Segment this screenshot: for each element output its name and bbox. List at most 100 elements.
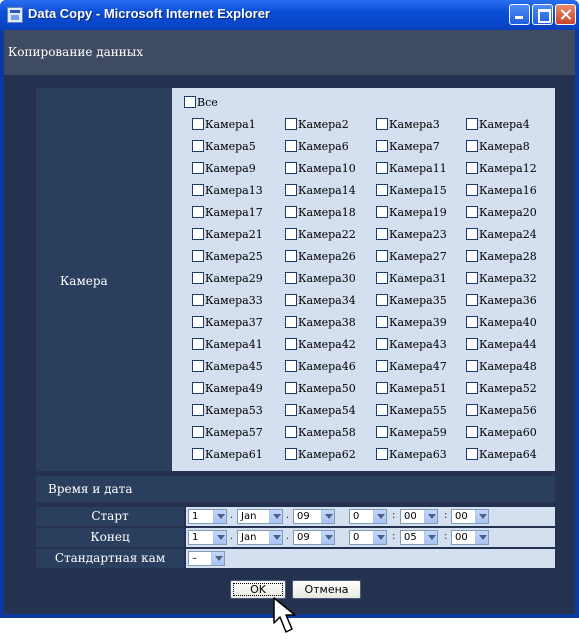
checkbox-box[interactable] xyxy=(376,118,388,130)
camera-checkbox[interactable]: Камера31 xyxy=(376,272,447,286)
checkbox-box[interactable] xyxy=(376,250,388,262)
checkbox-box[interactable] xyxy=(466,294,478,306)
camera-checkbox[interactable]: Камера40 xyxy=(466,316,537,330)
checkbox-box[interactable] xyxy=(184,96,196,108)
checkbox-box[interactable] xyxy=(466,316,478,328)
checkbox-box[interactable] xyxy=(192,118,204,130)
camera-checkbox[interactable]: Камера18 xyxy=(285,206,356,220)
checkbox-box[interactable] xyxy=(285,404,297,416)
camera-checkbox[interactable]: Камера60 xyxy=(466,426,537,440)
checkbox-box[interactable] xyxy=(192,316,204,328)
checkbox-box[interactable] xyxy=(192,162,204,174)
checkbox-box[interactable] xyxy=(285,228,297,240)
checkbox-box[interactable] xyxy=(466,140,478,152)
end-hour-select[interactable]: 0 xyxy=(349,530,387,545)
checkbox-box[interactable] xyxy=(376,228,388,240)
camera-checkbox[interactable]: Камера19 xyxy=(376,206,447,220)
camera-checkbox[interactable]: Камера41 xyxy=(192,338,263,352)
checkbox-box[interactable] xyxy=(376,404,388,416)
camera-checkbox[interactable]: Камера25 xyxy=(192,250,263,264)
checkbox-box[interactable] xyxy=(285,162,297,174)
checkbox-box[interactable] xyxy=(192,338,204,350)
checkbox-box[interactable] xyxy=(285,206,297,218)
camera-checkbox[interactable]: Камера50 xyxy=(285,382,356,396)
start-minute-select[interactable]: 00 xyxy=(400,509,438,524)
end-minute-select[interactable]: 05 xyxy=(400,530,438,545)
start-year-select[interactable]: 09 xyxy=(293,509,335,524)
checkbox-box[interactable] xyxy=(376,272,388,284)
checkbox-box[interactable] xyxy=(376,338,388,350)
camera-checkbox[interactable]: Камера3 xyxy=(376,118,440,132)
camera-checkbox[interactable]: Камера7 xyxy=(376,140,440,154)
checkbox-box[interactable] xyxy=(466,404,478,416)
checkbox-box[interactable] xyxy=(285,140,297,152)
camera-checkbox[interactable]: Камера37 xyxy=(192,316,263,330)
checkbox-box[interactable] xyxy=(192,360,204,372)
camera-checkbox[interactable]: Камера30 xyxy=(285,272,356,286)
camera-checkbox[interactable]: Камера52 xyxy=(466,382,537,396)
checkbox-box[interactable] xyxy=(376,162,388,174)
camera-checkbox[interactable]: Камера8 xyxy=(466,140,530,154)
camera-checkbox[interactable]: Камера58 xyxy=(285,426,356,440)
checkbox-box[interactable] xyxy=(376,426,388,438)
checkbox-box[interactable] xyxy=(285,294,297,306)
checkbox-box[interactable] xyxy=(192,272,204,284)
camera-checkbox[interactable]: Камера20 xyxy=(466,206,537,220)
minimize-button[interactable] xyxy=(509,4,530,25)
camera-checkbox[interactable]: Камера11 xyxy=(376,162,447,176)
camera-checkbox[interactable]: Камера12 xyxy=(466,162,537,176)
camera-checkbox[interactable]: Камера49 xyxy=(192,382,263,396)
camera-checkbox[interactable]: Камера34 xyxy=(285,294,356,308)
checkbox-box[interactable] xyxy=(192,382,204,394)
checkbox-box[interactable] xyxy=(285,272,297,284)
checkbox-box[interactable] xyxy=(466,382,478,394)
camera-checkbox[interactable]: Камера6 xyxy=(285,140,349,154)
camera-checkbox[interactable]: Камера4 xyxy=(466,118,530,132)
camera-checkbox[interactable]: Камера2 xyxy=(285,118,349,132)
camera-checkbox[interactable]: Камера29 xyxy=(192,272,263,286)
camera-checkbox[interactable]: Камера51 xyxy=(376,382,447,396)
end-year-select[interactable]: 09 xyxy=(293,530,335,545)
checkbox-box[interactable] xyxy=(376,382,388,394)
checkbox-box[interactable] xyxy=(285,250,297,262)
checkbox-box[interactable] xyxy=(192,448,204,460)
camera-checkbox[interactable]: Камера42 xyxy=(285,338,356,352)
checkbox-box[interactable] xyxy=(192,426,204,438)
close-window-button[interactable] xyxy=(555,4,576,25)
checkbox-box[interactable] xyxy=(285,426,297,438)
camera-checkbox[interactable]: Камера1 xyxy=(192,118,256,132)
checkbox-box[interactable] xyxy=(192,294,204,306)
camera-checkbox[interactable]: Камера23 xyxy=(376,228,447,242)
checkbox-box[interactable] xyxy=(376,294,388,306)
camera-checkbox[interactable]: Камера27 xyxy=(376,250,447,264)
camera-checkbox[interactable]: Камера45 xyxy=(192,360,263,374)
camera-checkbox[interactable]: Камера47 xyxy=(376,360,447,374)
camera-checkbox[interactable]: Камера16 xyxy=(466,184,537,198)
camera-checkbox[interactable]: Камера57 xyxy=(192,426,263,440)
camera-checkbox[interactable]: Камера9 xyxy=(192,162,256,176)
all-cameras-checkbox[interactable]: Все xyxy=(184,96,218,110)
end-day-select[interactable]: 1 xyxy=(188,530,227,545)
standard-cam-select[interactable]: – xyxy=(188,551,225,566)
checkbox-box[interactable] xyxy=(376,184,388,196)
camera-checkbox[interactable]: Камера63 xyxy=(376,448,447,462)
checkbox-box[interactable] xyxy=(376,316,388,328)
checkbox-box[interactable] xyxy=(285,382,297,394)
checkbox-box[interactable] xyxy=(376,140,388,152)
camera-checkbox[interactable]: Камера48 xyxy=(466,360,537,374)
checkbox-box[interactable] xyxy=(466,228,478,240)
start-second-select[interactable]: 00 xyxy=(451,509,489,524)
camera-checkbox[interactable]: Камера5 xyxy=(192,140,256,154)
camera-checkbox[interactable]: Камера28 xyxy=(466,250,537,264)
checkbox-box[interactable] xyxy=(285,448,297,460)
camera-checkbox[interactable]: Камера13 xyxy=(192,184,263,198)
camera-checkbox[interactable]: Камера22 xyxy=(285,228,356,242)
title-bar[interactable]: Data Copy - Microsoft Internet Explorer xyxy=(0,0,579,30)
camera-checkbox[interactable]: Камера43 xyxy=(376,338,447,352)
camera-checkbox[interactable]: Камера39 xyxy=(376,316,447,330)
camera-checkbox[interactable]: Камера35 xyxy=(376,294,447,308)
start-month-select[interactable]: Jan xyxy=(237,509,283,524)
camera-checkbox[interactable]: Камера53 xyxy=(192,404,263,418)
checkbox-box[interactable] xyxy=(285,338,297,350)
checkbox-box[interactable] xyxy=(376,206,388,218)
